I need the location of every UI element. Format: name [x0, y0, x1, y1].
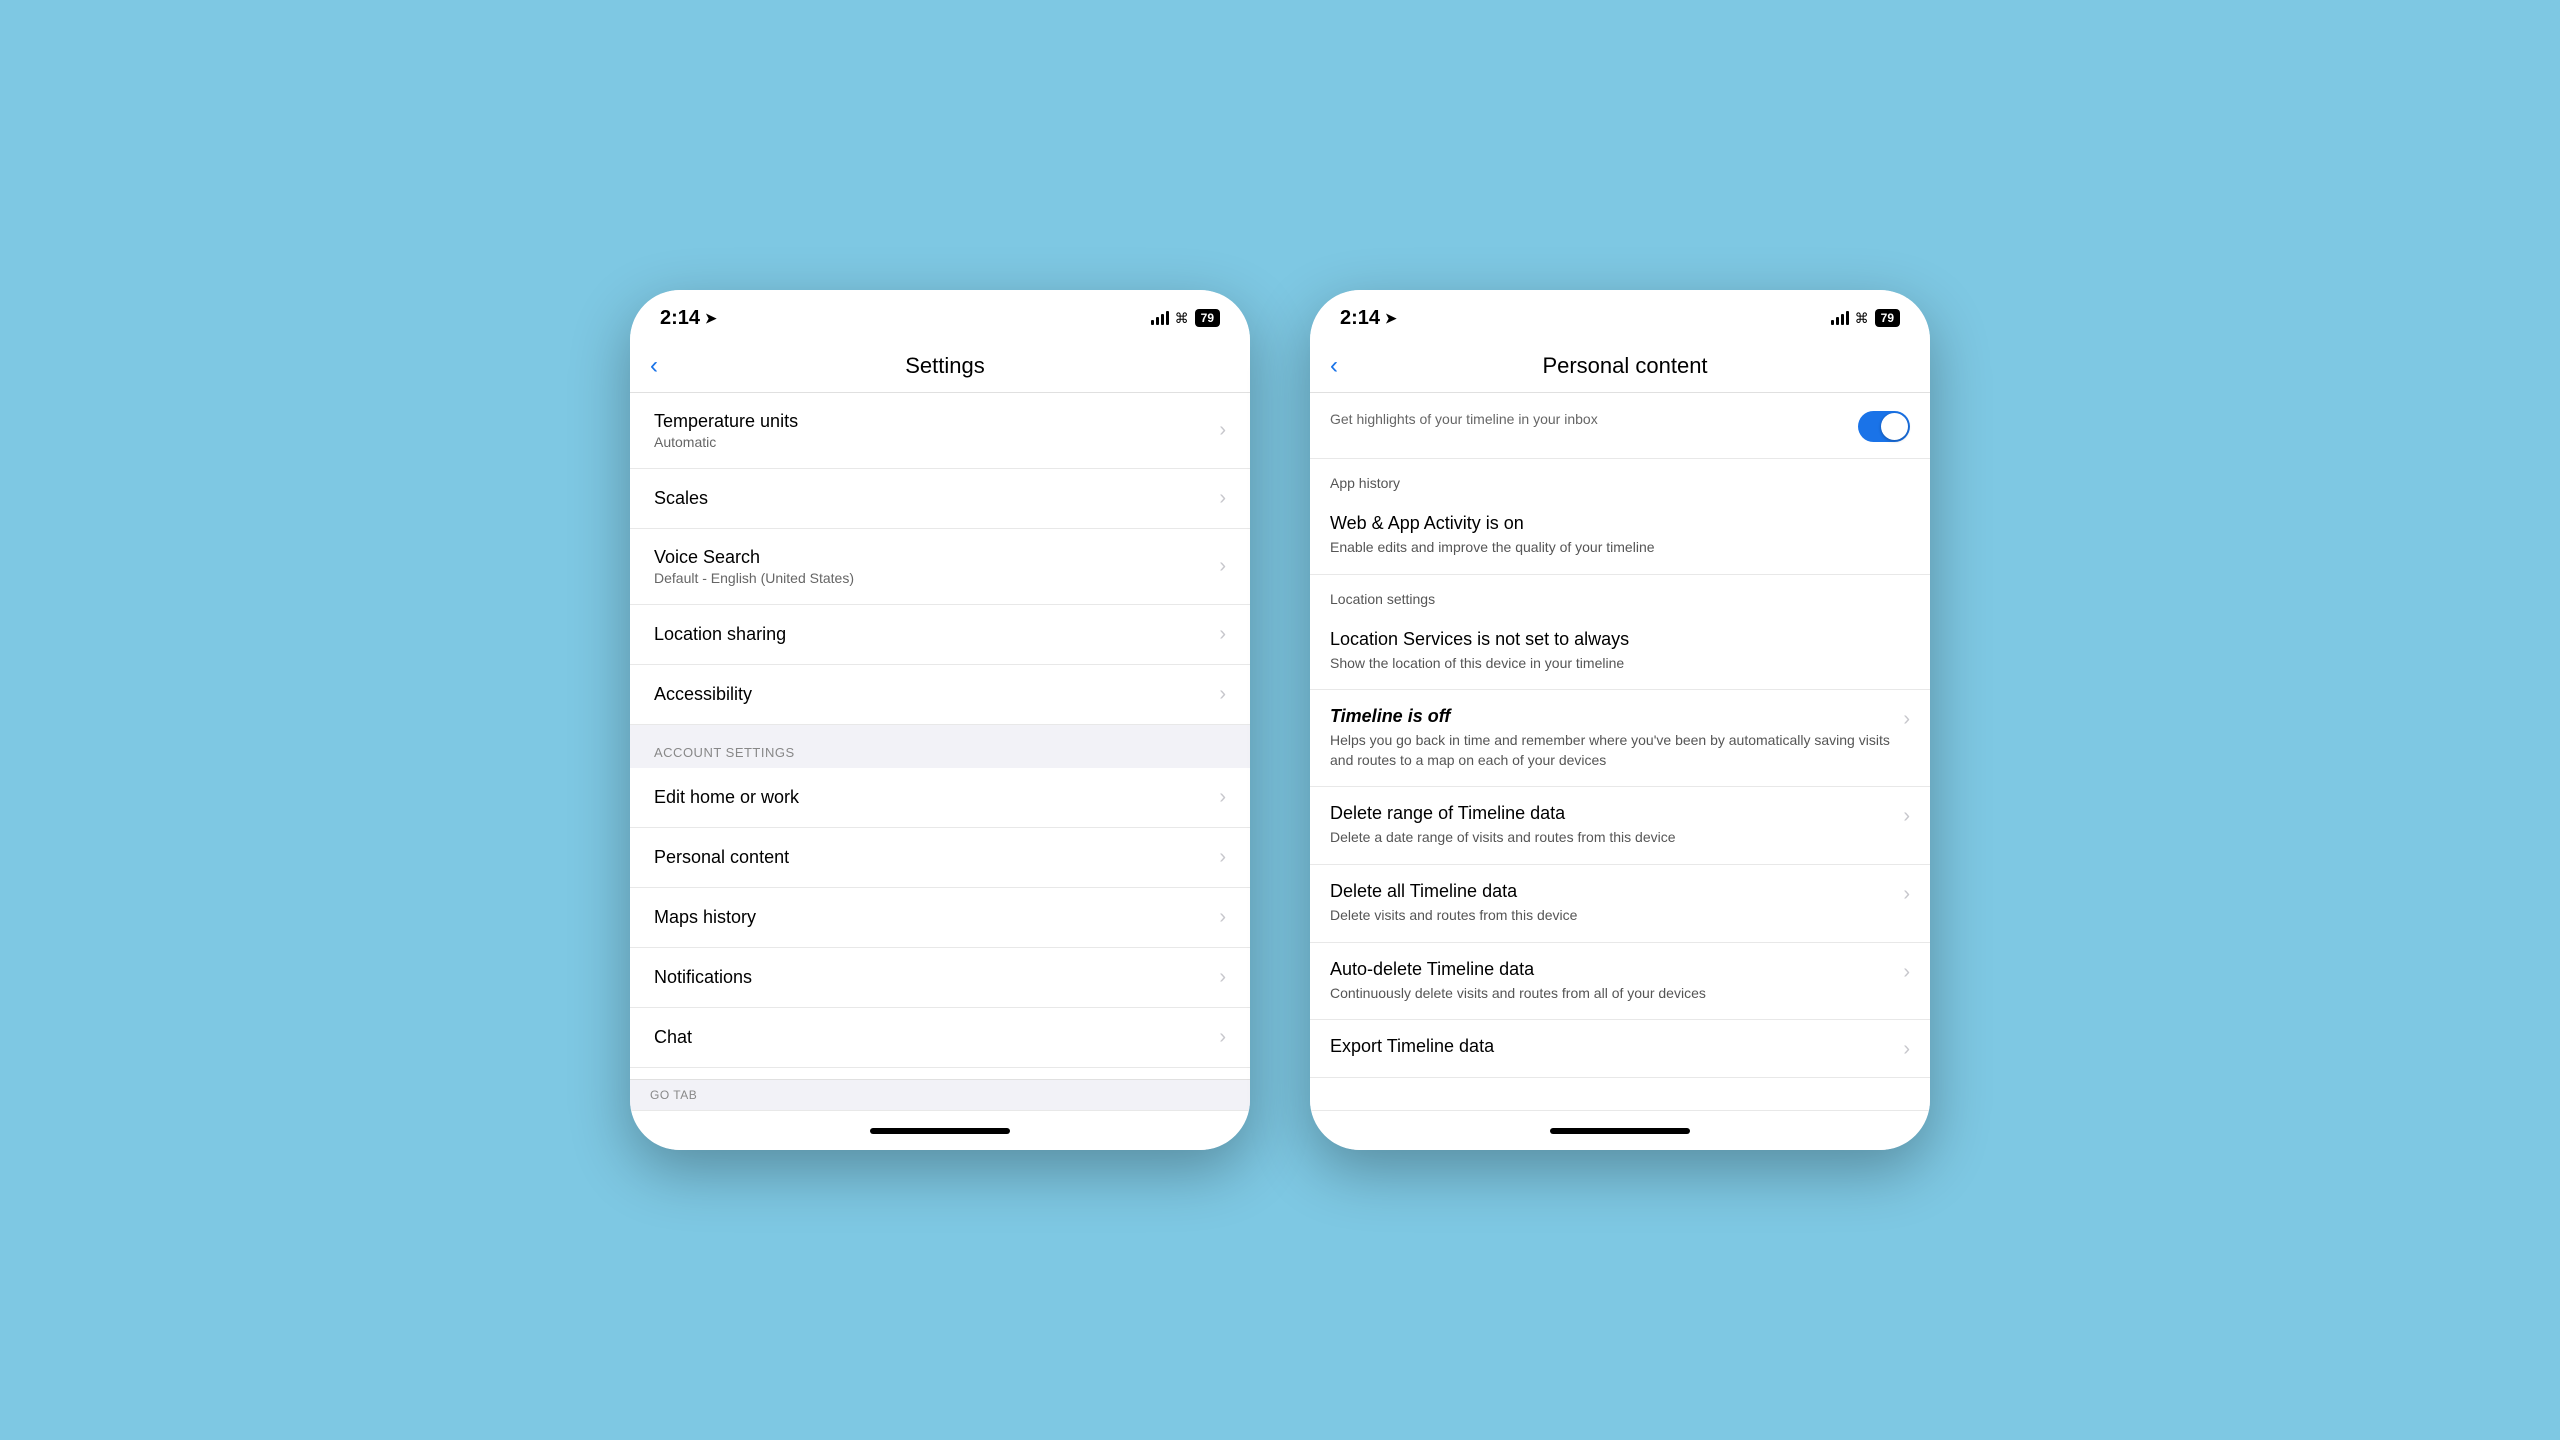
- page-title-right: Personal content: [1370, 353, 1880, 379]
- item-title: Location Services is not set to always: [1330, 629, 1910, 650]
- chevron-icon: ›: [1219, 623, 1226, 646]
- list-item-personal-content[interactable]: Personal content ›: [630, 828, 1250, 888]
- bottom-bar-right: [1310, 1110, 1930, 1150]
- pc-item-timeline-off[interactable]: Timeline is off Helps you go back in tim…: [1310, 690, 1930, 787]
- toggle-knob: [1881, 413, 1908, 440]
- app-history-label: App history: [1310, 459, 1930, 497]
- top-item-subtitle: Get highlights of your timeline in your …: [1330, 411, 1858, 427]
- item-subtitle: Default - English (United States): [654, 570, 1219, 586]
- item-title: Voice Search: [654, 547, 1219, 568]
- status-icons-right: ⌘ 79: [1831, 309, 1900, 327]
- chevron-icon: ›: [1903, 1038, 1910, 1061]
- pc-item-delete-range[interactable]: Delete range of Timeline data Delete a d…: [1310, 787, 1930, 865]
- item-title: Location sharing: [654, 624, 1219, 645]
- chevron-icon: ›: [1219, 846, 1226, 869]
- item-title-timeline: Timeline is off: [1330, 706, 1903, 727]
- pc-item-auto-delete[interactable]: Auto-delete Timeline data Continuously d…: [1310, 943, 1930, 1021]
- item-subtitle: Automatic: [654, 434, 1219, 450]
- list-item-maps-history[interactable]: Maps history ›: [630, 888, 1250, 948]
- chevron-icon: ›: [1219, 906, 1226, 929]
- chevron-icon: ›: [1219, 555, 1226, 578]
- time-left: 2:14 ➤: [660, 307, 717, 330]
- list-item-location-sharing[interactable]: Location sharing ›: [630, 605, 1250, 665]
- pc-item-delete-all[interactable]: Delete all Timeline data Delete visits a…: [1310, 865, 1930, 943]
- nav-bar-right: ‹ Personal content: [1310, 340, 1930, 393]
- location-settings-label: Location settings: [1310, 575, 1930, 613]
- nav-bar-left: ‹ Settings: [630, 340, 1250, 393]
- item-title: Chat: [654, 1027, 1219, 1048]
- item-title: Delete all Timeline data: [1330, 881, 1903, 902]
- home-indicator-right: [1550, 1128, 1690, 1134]
- item-title: Export Timeline data: [1330, 1036, 1903, 1057]
- item-subtitle: Continuously delete visits and routes fr…: [1330, 984, 1903, 1004]
- home-indicator-left: [870, 1128, 1010, 1134]
- item-title: Edit home or work: [654, 787, 1219, 808]
- item-title: Accessibility: [654, 684, 1219, 705]
- timeline-highlights-toggle[interactable]: [1858, 411, 1910, 442]
- bottom-bar-left: [630, 1110, 1250, 1150]
- go-tab-label: GO TAB: [650, 1088, 697, 1102]
- wifi-icon-left: ⌘: [1175, 310, 1189, 327]
- signal-icon-right: [1831, 311, 1849, 325]
- list-item-scales[interactable]: Scales ›: [630, 469, 1250, 529]
- chevron-icon: ›: [1903, 961, 1910, 984]
- location-arrow-icon-right: ➤: [1385, 310, 1397, 327]
- item-title: Maps history: [654, 907, 1219, 928]
- chevron-icon: ›: [1903, 883, 1910, 906]
- page-title-left: Settings: [690, 353, 1200, 379]
- top-toggle-item[interactable]: Get highlights of your timeline in your …: [1310, 393, 1930, 459]
- pc-item-web-app-activity[interactable]: Web & App Activity is on Enable edits an…: [1310, 497, 1930, 575]
- item-subtitle: Delete a date range of visits and routes…: [1330, 828, 1903, 848]
- item-title: Temperature units: [654, 411, 1219, 432]
- item-subtitle: Show the location of this device in your…: [1330, 654, 1910, 674]
- chevron-icon: ›: [1219, 419, 1226, 442]
- account-settings-header: ACCOUNT SETTINGS: [630, 725, 1250, 768]
- item-title: Personal content: [654, 847, 1219, 868]
- item-title: Scales: [654, 488, 1219, 509]
- status-bar-left: 2:14 ➤ ⌘ 79: [630, 290, 1250, 340]
- phone-left: 2:14 ➤ ⌘ 79 ‹ Settings: [630, 290, 1250, 1150]
- chevron-icon: ›: [1219, 487, 1226, 510]
- item-title: Web & App Activity is on: [1330, 513, 1910, 534]
- signal-icon-left: [1151, 311, 1169, 325]
- list-item-notifications[interactable]: Notifications ›: [630, 948, 1250, 1008]
- chevron-icon: ›: [1903, 708, 1910, 731]
- pc-item-location-services[interactable]: Location Services is not set to always S…: [1310, 613, 1930, 691]
- phone-right: 2:14 ➤ ⌘ 79 ‹ Personal content: [1310, 290, 1930, 1150]
- phones-container: 2:14 ➤ ⌘ 79 ‹ Settings: [630, 290, 1930, 1150]
- chevron-icon: ›: [1219, 786, 1226, 809]
- chevron-icon: ›: [1219, 683, 1226, 706]
- list-item-accessibility[interactable]: Accessibility ›: [630, 665, 1250, 725]
- wifi-icon-right: ⌘: [1855, 310, 1869, 327]
- time-right: 2:14 ➤: [1340, 307, 1397, 330]
- list-item-chat[interactable]: Chat ›: [630, 1008, 1250, 1068]
- personal-content-content: Get highlights of your timeline in your …: [1310, 393, 1930, 1110]
- battery-right: 79: [1875, 309, 1900, 327]
- item-subtitle: Enable edits and improve the quality of …: [1330, 538, 1910, 558]
- chevron-icon: ›: [1903, 805, 1910, 828]
- chevron-icon: ›: [1219, 1026, 1226, 1049]
- list-item-edit-home[interactable]: Edit home or work ›: [630, 768, 1250, 828]
- item-title: Notifications: [654, 967, 1219, 988]
- status-bar-right: 2:14 ➤ ⌘ 79: [1310, 290, 1930, 340]
- battery-left: 79: [1195, 309, 1220, 327]
- back-button-right[interactable]: ‹: [1330, 352, 1360, 380]
- item-subtitle: Delete visits and routes from this devic…: [1330, 906, 1903, 926]
- chevron-icon: ›: [1219, 966, 1226, 989]
- pc-item-export[interactable]: Export Timeline data ›: [1310, 1020, 1930, 1078]
- list-item-temperature[interactable]: Temperature units Automatic ›: [630, 393, 1250, 469]
- item-title: Delete range of Timeline data: [1330, 803, 1903, 824]
- list-item-default-apps[interactable]: Default apps ›: [630, 1068, 1250, 1079]
- back-button-left[interactable]: ‹: [650, 352, 680, 380]
- item-title: Auto-delete Timeline data: [1330, 959, 1903, 980]
- go-tab-bar: GO TAB: [630, 1079, 1250, 1110]
- item-subtitle: Helps you go back in time and remember w…: [1330, 731, 1903, 770]
- settings-content: Temperature units Automatic › Scales › V…: [630, 393, 1250, 1079]
- list-item-voice-search[interactable]: Voice Search Default - English (United S…: [630, 529, 1250, 605]
- status-icons-left: ⌘ 79: [1151, 309, 1220, 327]
- location-arrow-icon: ➤: [705, 310, 717, 327]
